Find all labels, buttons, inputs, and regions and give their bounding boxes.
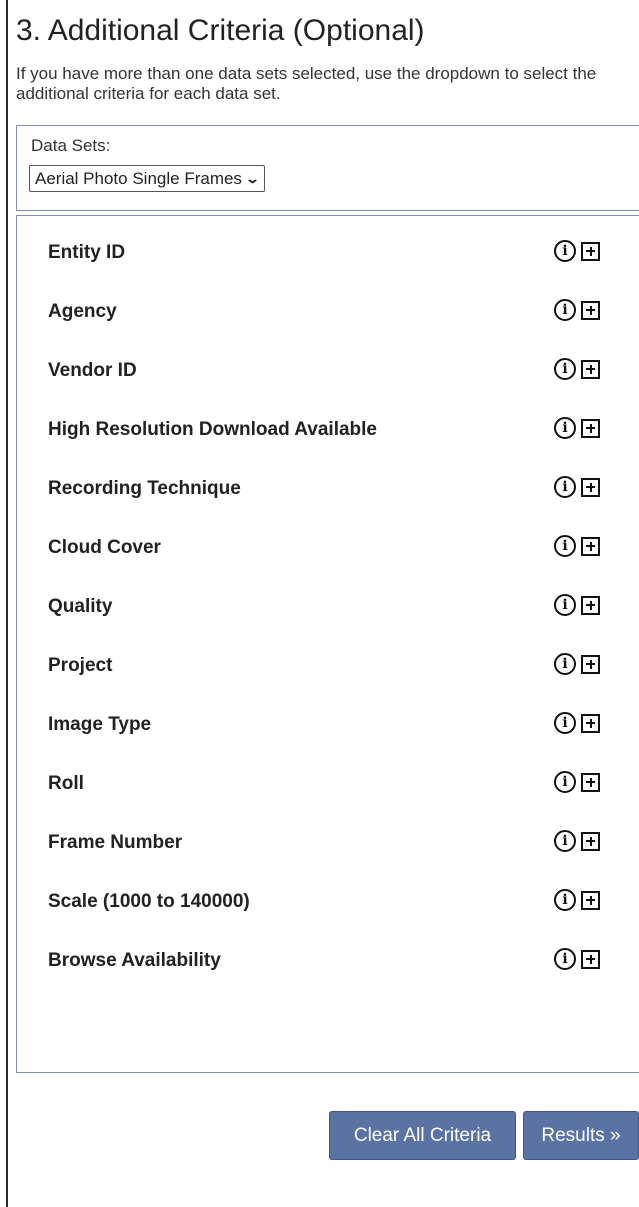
info-icon[interactable]: i: [554, 712, 576, 734]
criteria-row[interactable]: Browse Availability i: [17, 946, 639, 976]
criteria-row[interactable]: Scale (1000 to 140000) i: [17, 887, 639, 917]
criteria-label: Roll: [48, 773, 84, 794]
info-icon[interactable]: i: [554, 948, 576, 970]
info-icon[interactable]: i: [554, 476, 576, 498]
expand-plus-icon[interactable]: [581, 949, 600, 969]
expand-plus-icon[interactable]: [581, 359, 600, 379]
dataset-selector-panel: Data Sets: Aerial Photo Single Frames ⌄: [16, 125, 639, 211]
criteria-row[interactable]: Cloud Cover i: [17, 533, 639, 563]
criteria-label: Project: [48, 655, 113, 676]
criteria-label: Vendor ID: [48, 360, 137, 381]
criteria-label: Recording Technique: [48, 478, 241, 499]
criteria-label: Browse Availability: [48, 950, 221, 971]
criteria-label: Frame Number: [48, 832, 183, 853]
info-icon[interactable]: i: [554, 653, 576, 675]
criteria-label: Image Type: [48, 714, 152, 735]
info-icon[interactable]: i: [554, 240, 576, 262]
criteria-label: Cloud Cover: [48, 537, 161, 558]
dataset-dropdown[interactable]: Aerial Photo Single Frames ⌄: [29, 165, 265, 192]
criteria-row[interactable]: Roll i: [17, 769, 639, 799]
expand-plus-icon[interactable]: [581, 831, 600, 851]
section-title: 3. Additional Criteria (Optional): [16, 14, 425, 47]
info-icon[interactable]: i: [554, 594, 576, 616]
expand-plus-icon[interactable]: [581, 418, 600, 438]
criteria-row[interactable]: Frame Number i: [17, 828, 639, 858]
clear-all-criteria-button[interactable]: Clear All Criteria: [329, 1111, 516, 1160]
info-icon[interactable]: i: [554, 417, 576, 439]
expand-plus-icon[interactable]: [581, 300, 600, 320]
info-icon[interactable]: i: [554, 535, 576, 557]
criteria-label: Entity ID: [48, 242, 126, 263]
expand-plus-icon[interactable]: [581, 477, 600, 497]
criteria-row[interactable]: Project i: [17, 651, 639, 681]
expand-plus-icon[interactable]: [581, 595, 600, 615]
info-icon[interactable]: i: [554, 889, 576, 911]
criteria-row[interactable]: High Resolution Download Available i: [17, 415, 639, 445]
section-description: If you have more than one data sets sele…: [16, 64, 597, 103]
info-icon[interactable]: i: [554, 830, 576, 852]
expand-plus-icon[interactable]: [581, 536, 600, 556]
info-icon[interactable]: i: [554, 358, 576, 380]
dataset-dropdown-value: Aerial Photo Single Frames: [35, 168, 242, 188]
expand-plus-icon[interactable]: [581, 654, 600, 674]
criteria-label: High Resolution Download Available: [48, 419, 378, 440]
criteria-row[interactable]: Agency i: [17, 297, 639, 327]
dataset-label: Data Sets:: [31, 136, 111, 155]
info-icon[interactable]: i: [554, 771, 576, 793]
chevron-down-icon: ⌄: [244, 170, 261, 186]
criteria-list: Entity ID i Agency i Vendor ID i High Re…: [16, 215, 639, 1073]
expand-plus-icon[interactable]: [581, 241, 600, 261]
results-button[interactable]: Results »: [523, 1111, 639, 1160]
expand-plus-icon[interactable]: [581, 713, 600, 733]
criteria-label: Scale (1000 to 140000): [48, 891, 250, 912]
expand-plus-icon[interactable]: [581, 890, 600, 910]
criteria-row[interactable]: Image Type i: [17, 710, 639, 740]
expand-plus-icon[interactable]: [581, 772, 600, 792]
criteria-row[interactable]: Entity ID i: [17, 238, 639, 268]
criteria-row[interactable]: Vendor ID i: [17, 356, 639, 386]
criteria-label: Agency: [48, 301, 117, 322]
info-icon[interactable]: i: [554, 299, 576, 321]
criteria-row[interactable]: Quality i: [17, 592, 639, 622]
criteria-row[interactable]: Recording Technique i: [17, 474, 639, 504]
criteria-label: Quality: [48, 596, 113, 617]
